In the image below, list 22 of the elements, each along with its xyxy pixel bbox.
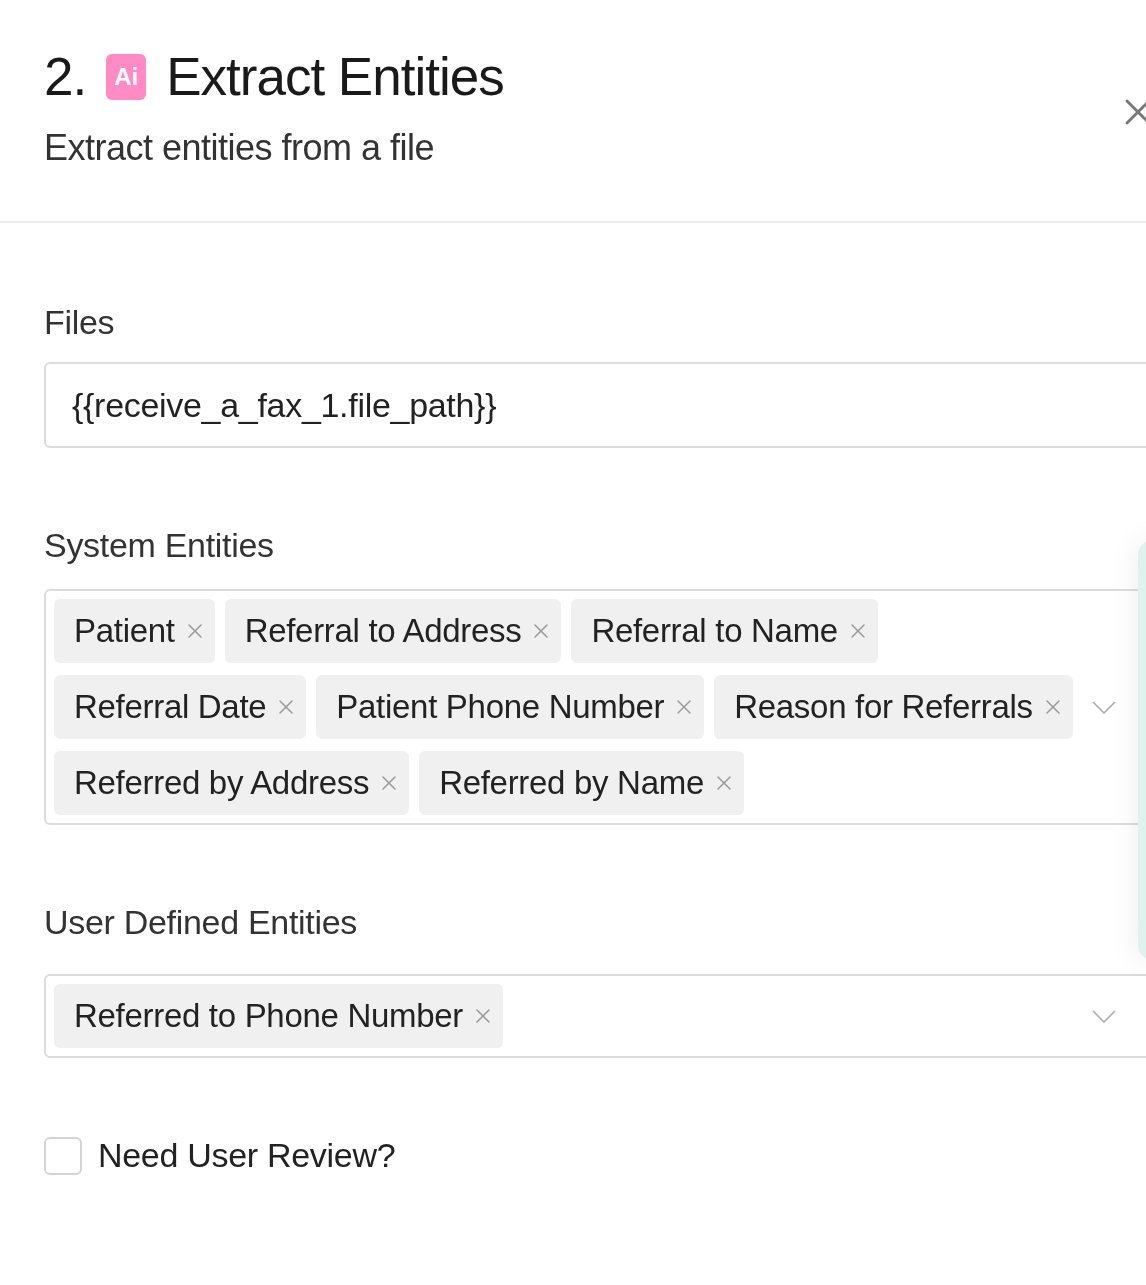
dialog-title: Extract Entities [166,50,504,103]
tag-label: Referred by Address [74,763,370,804]
tag-label: Patient [74,611,175,652]
field-label: Files [44,302,116,343]
review-checkbox[interactable] [44,1136,82,1175]
entity-select[interactable]: Referred to Phone Number [44,974,1146,1058]
tag-label: Referred by Name [439,763,704,804]
field-label: System Entities [44,525,275,566]
tag-label: Referral Date [74,687,267,728]
field-label: User Defined Entities [44,902,359,943]
step-number: 2. [44,50,87,103]
tag-label: Referral to Address [244,611,522,652]
tag-label: Reason for Referrals [734,687,1033,728]
dialog-subtitle: Extract entities from a file [44,126,436,170]
tag-label: Patient Phone Number [336,687,665,728]
chevron-icon [1092,700,1116,714]
tag-label: Referral to Name [591,611,838,652]
tag-label: Referred to Phone Number [74,996,463,1037]
checkbox-label: Need User Review? [98,1135,396,1176]
chevron-icon [1092,1009,1116,1023]
ai-badge: Ai [106,53,147,100]
files-input[interactable]: {{receive_a_fax_1.file_path}} [44,362,1146,448]
